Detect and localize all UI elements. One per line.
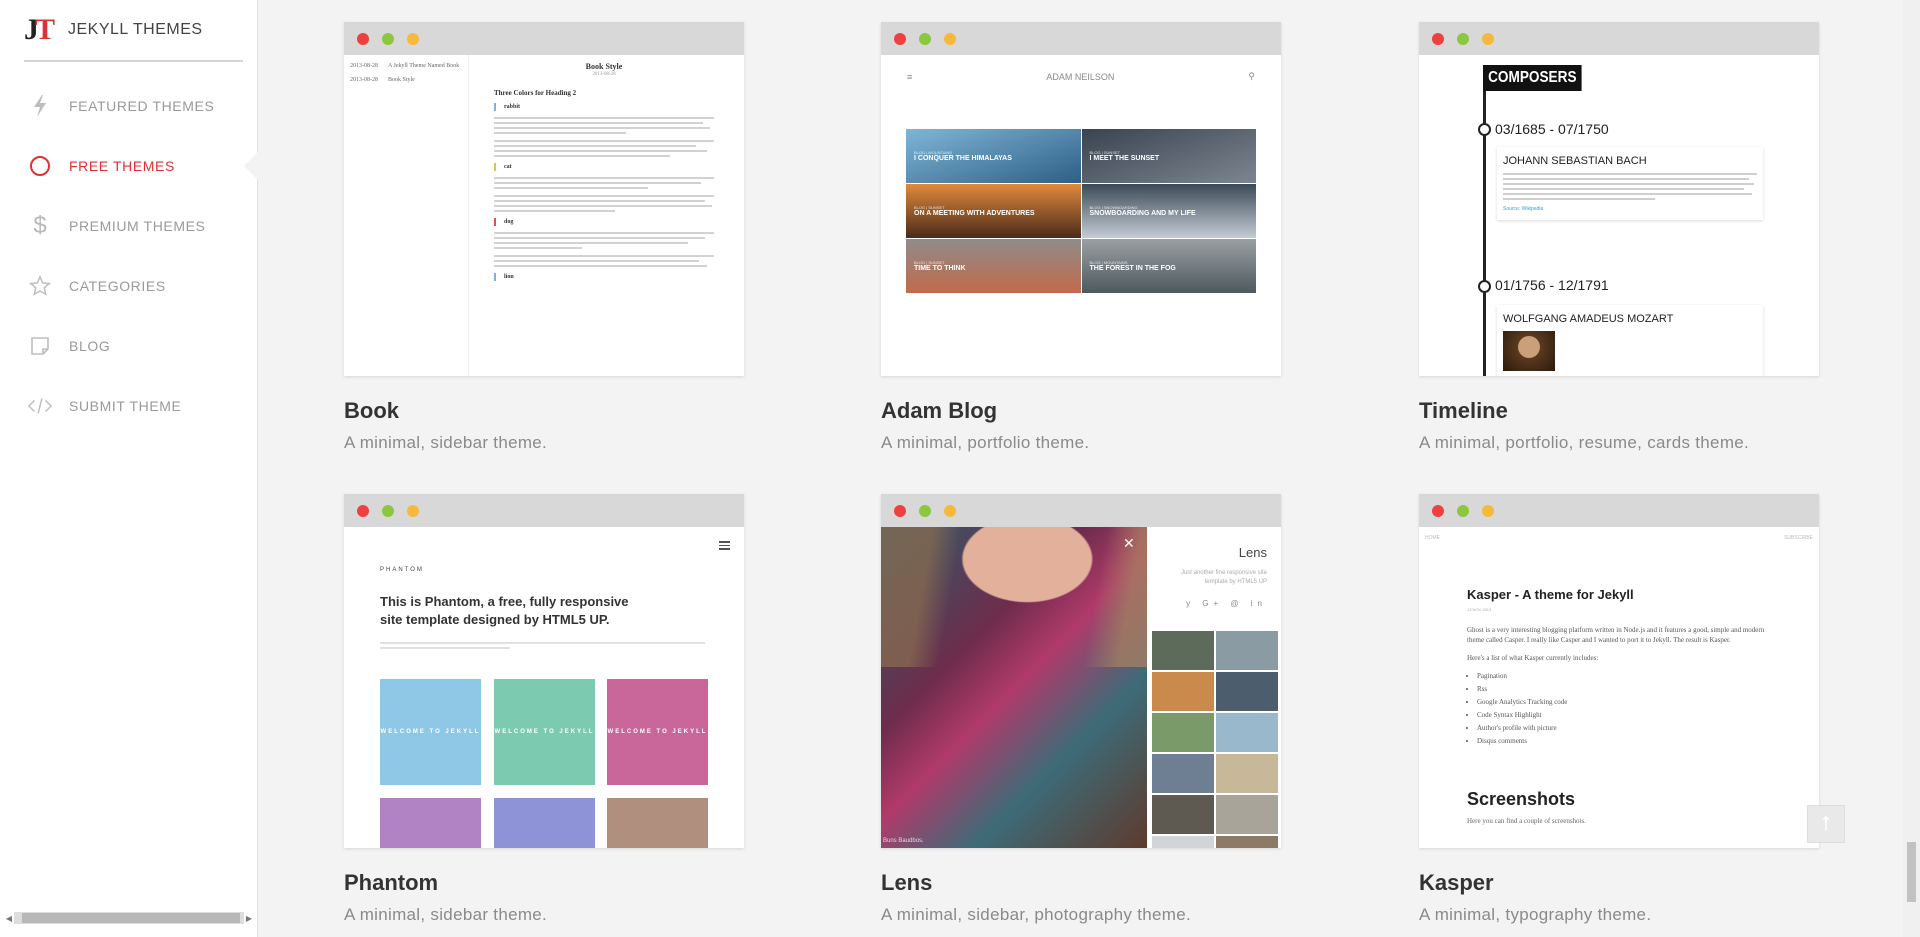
kasper-screenshot: HOME SUBSCRIBE Kasper - A theme for Jekyl… — [1419, 527, 1819, 848]
theme-card-kasper[interactable]: HOME SUBSCRIBE Kasper - A theme for Jekyl… — [1419, 494, 1819, 925]
nav-label: FREE THEMES — [69, 158, 175, 174]
theme-title[interactable]: Adam Blog — [881, 398, 1281, 424]
theme-description: A minimal, portfolio, resume, cards them… — [1419, 433, 1750, 452]
circle-icon — [28, 154, 52, 178]
vertical-scrollbar[interactable] — [1903, 0, 1920, 937]
nav-label: BLOG — [69, 338, 111, 354]
brand-name: JEKYLL THEMES — [68, 21, 203, 38]
nav-label: SUBMIT THEME — [69, 398, 182, 414]
theme-title[interactable]: Book — [344, 398, 744, 424]
arrow-up-icon: ⭡ — [1821, 812, 1831, 835]
theme-title[interactable]: Kasper — [1419, 870, 1819, 896]
theme-description: A minimal, typography theme. — [1419, 905, 1652, 924]
browser-bar — [344, 22, 744, 55]
theme-card-lens[interactable]: ✕ Buns Baudbos. Lens Just another fine r… — [881, 494, 1281, 925]
theme-card-adam-blog[interactable]: ≡ ADAM NEILSON ⚲ BLOG | MOUNTAINS I CONQU… — [881, 22, 1281, 453]
phantom-screenshot: PHANTOM This is Phantom, a free, fully r… — [344, 527, 744, 848]
logo: JT — [24, 13, 56, 46]
nav-label: CATEGORIES — [69, 278, 166, 294]
theme-description: A minimal, sidebar theme. — [344, 905, 548, 924]
nav-menu: FEATURED THEMES FREE THEMES $ PREMIUM TH… — [0, 76, 258, 436]
code-icon — [28, 394, 52, 418]
menu-icon — [719, 539, 730, 552]
nav-item-submit-theme[interactable]: SUBMIT THEME — [0, 376, 257, 436]
theme-preview[interactable]: PHANTOM This is Phantom, a free, fully r… — [344, 494, 744, 848]
nav-item-blog[interactable]: BLOG — [0, 316, 257, 376]
menu-icon: ≡ — [907, 71, 913, 82]
note-icon — [28, 334, 52, 358]
browser-bar — [881, 494, 1281, 527]
browser-bar — [1419, 494, 1819, 527]
nav-item-categories[interactable]: CATEGORIES — [0, 256, 257, 316]
theme-preview[interactable]: COMPOSERS 03/1685 - 07/1750 JOHANN SEBAS… — [1419, 22, 1819, 376]
social-icons: y G+ @ in — [1186, 599, 1267, 608]
sidebar-horizontal-scrollbar[interactable]: ◀ ▶ — [4, 911, 254, 925]
brand[interactable]: JT JEKYLL THEMES — [24, 0, 243, 62]
close-icon: ✕ — [1123, 535, 1135, 551]
theme-preview[interactable]: ≡ ADAM NEILSON ⚲ BLOG | MOUNTAINS I CONQU… — [881, 22, 1281, 376]
theme-preview[interactable]: HOME SUBSCRIBE Kasper - A theme for Jekyl… — [1419, 494, 1819, 848]
theme-description: A minimal, sidebar theme. — [344, 433, 548, 452]
nav-item-free-themes[interactable]: FREE THEMES — [0, 136, 258, 196]
lens-thumbnails — [1152, 631, 1278, 848]
nav-item-featured-themes[interactable]: FEATURED THEMES — [0, 76, 257, 136]
scroll-thumb[interactable] — [1907, 842, 1916, 902]
bolt-icon — [28, 94, 52, 118]
lens-screenshot: ✕ Buns Baudbos. Lens Just another fine r… — [881, 527, 1281, 848]
timeline-screenshot: COMPOSERS 03/1685 - 07/1750 JOHANN SEBAS… — [1419, 55, 1819, 376]
theme-description: A minimal, portfolio theme. — [881, 433, 1090, 452]
book-screenshot: 2013-08-28 A Jekyll Theme Named Book 2013… — [344, 55, 744, 376]
theme-card-timeline[interactable]: COMPOSERS 03/1685 - 07/1750 JOHANN SEBAS… — [1419, 22, 1819, 453]
back-to-top-button[interactable]: ⭡ — [1807, 805, 1845, 843]
search-icon: ⚲ — [1248, 71, 1255, 81]
theme-title[interactable]: Phantom — [344, 870, 744, 896]
theme-description: A minimal, sidebar, photography theme. — [881, 905, 1192, 924]
nav-label: FEATURED THEMES — [69, 98, 215, 114]
scroll-right-icon[interactable]: ▶ — [244, 914, 254, 923]
nav-item-premium-themes[interactable]: $ PREMIUM THEMES — [0, 196, 257, 256]
adam-screenshot: ≡ ADAM NEILSON ⚲ BLOG | MOUNTAINS I CONQU… — [881, 55, 1281, 376]
star-icon — [28, 274, 52, 298]
adam-grid: BLOG | MOUNTAINS I CONQUER THE HIMALAYAS … — [906, 129, 1256, 293]
book-sidebar: 2013-08-28 A Jekyll Theme Named Book 2013… — [344, 55, 469, 376]
theme-card-phantom[interactable]: PHANTOM This is Phantom, a free, fully r… — [344, 494, 744, 925]
theme-preview[interactable]: ✕ Buns Baudbos. Lens Just another fine r… — [881, 494, 1281, 848]
sidebar: JT JEKYLL THEMES FEATURED THEMES FREE TH… — [0, 0, 258, 937]
theme-title[interactable]: Lens — [881, 870, 1281, 896]
book-article: Book Style 2013-08-28 Three Colors for H… — [494, 63, 714, 287]
browser-bar — [344, 494, 744, 527]
theme-preview[interactable]: 2013-08-28 A Jekyll Theme Named Book 2013… — [344, 22, 744, 376]
theme-title[interactable]: Timeline — [1419, 398, 1819, 424]
dollar-icon: $ — [33, 212, 47, 239]
nav-label: PREMIUM THEMES — [69, 218, 206, 234]
browser-bar — [881, 22, 1281, 55]
scroll-left-icon[interactable]: ◀ — [4, 914, 14, 923]
scroll-track[interactable] — [14, 912, 244, 924]
scroll-thumb[interactable] — [22, 913, 240, 923]
portrait-image — [1503, 331, 1555, 371]
theme-card-book[interactable]: 2013-08-28 A Jekyll Theme Named Book 2013… — [344, 22, 744, 453]
adam-header: ADAM NEILSON — [1046, 71, 1115, 82]
browser-bar — [1419, 22, 1819, 55]
